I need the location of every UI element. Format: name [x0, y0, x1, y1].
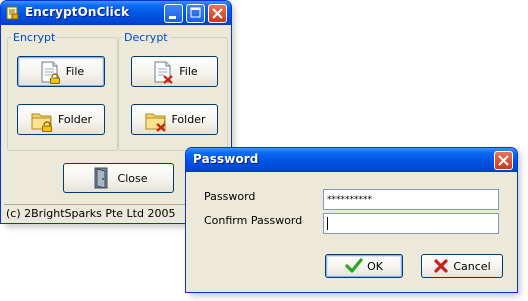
- password-body: Password Confirm Password OK Cancel: [189, 172, 514, 289]
- encrypt-folder-button[interactable]: Folder: [17, 104, 105, 135]
- encrypt-folder-label: Folder: [58, 113, 92, 126]
- cancel-button-label: Cancel: [453, 259, 491, 273]
- decrypt-file-label: File: [179, 65, 198, 78]
- confirm-password-label: Confirm Password: [204, 214, 303, 227]
- main-titlebar[interactable]: EncryptOnClick: [1, 1, 231, 25]
- checkmark-icon: [345, 258, 363, 273]
- copyright-text: (c) 2BrightSparks Pte Ltd 2005: [6, 207, 176, 220]
- encrypt-group-label: Encrypt: [11, 31, 58, 44]
- close-icon: [212, 8, 223, 19]
- password-input[interactable]: [323, 189, 499, 210]
- close-window-button[interactable]: [208, 4, 227, 23]
- close-button-label: Close: [117, 171, 148, 185]
- decrypt-file-button[interactable]: File: [131, 56, 218, 87]
- cancel-x-icon: [434, 259, 448, 273]
- encrypt-file-button[interactable]: File: [17, 56, 105, 87]
- maximize-button[interactable]: [186, 4, 205, 23]
- cancel-button[interactable]: Cancel: [421, 254, 503, 278]
- folder-lock-icon: [31, 113, 52, 132]
- close-button[interactable]: Close: [63, 163, 174, 193]
- app-icon: [6, 6, 19, 20]
- minimize-icon: [169, 16, 176, 19]
- password-dialog-title: Password: [193, 152, 259, 166]
- password-dialog: Password Password Confirm Password OK Ca…: [185, 147, 518, 293]
- folder-unlock-icon: [145, 113, 166, 132]
- close-icon: [498, 155, 509, 166]
- password-titlebar[interactable]: Password: [186, 148, 517, 172]
- decrypt-folder-button[interactable]: Folder: [131, 104, 218, 135]
- file-unlock-icon: [154, 61, 174, 84]
- password-label: Password: [204, 190, 256, 203]
- ok-button[interactable]: OK: [325, 254, 403, 278]
- decrypt-group-label: Decrypt: [122, 31, 170, 44]
- minimize-button[interactable]: [164, 4, 183, 23]
- maximize-icon: [190, 7, 201, 18]
- ok-button-label: OK: [367, 259, 383, 273]
- encrypt-file-label: File: [65, 65, 85, 78]
- main-window-title: EncryptOnClick: [25, 5, 130, 19]
- confirm-password-input[interactable]: [323, 213, 499, 234]
- file-lock-icon: [41, 61, 60, 84]
- dialog-close-button[interactable]: [494, 151, 513, 170]
- decrypt-folder-label: Folder: [171, 113, 206, 126]
- text-cursor: [327, 217, 328, 230]
- door-icon: [94, 167, 108, 189]
